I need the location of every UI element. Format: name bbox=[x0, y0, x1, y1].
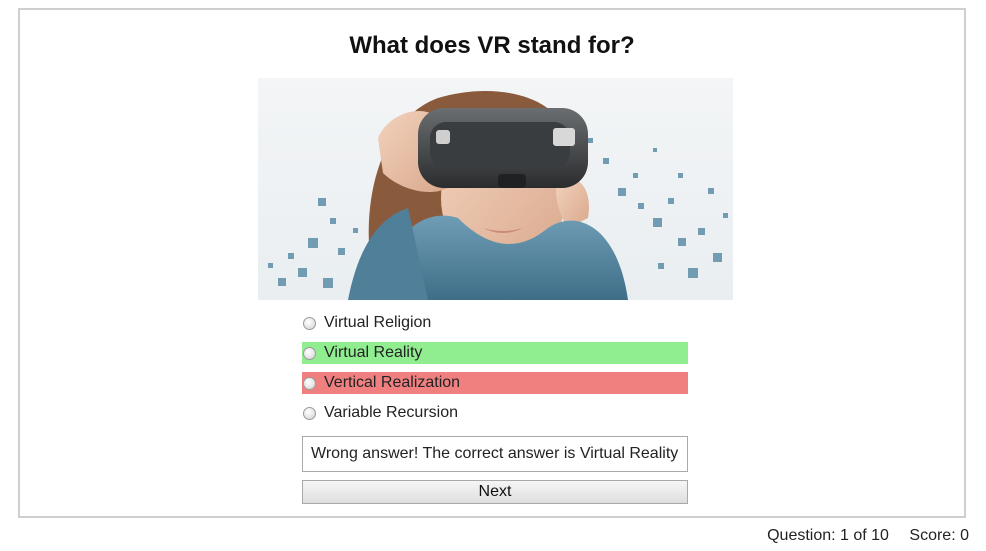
score: Score: 0 bbox=[909, 527, 969, 544]
quiz-card: What does VR stand for? Virtual Religion… bbox=[18, 8, 966, 518]
radio-icon[interactable] bbox=[303, 376, 316, 390]
next-button[interactable]: Next bbox=[302, 480, 688, 504]
option-variable-recursion[interactable]: Variable Recursion bbox=[302, 402, 688, 424]
question-progress: Question: 1 of 10 bbox=[767, 527, 889, 544]
option-label: Vertical Realization bbox=[324, 374, 461, 391]
radio-icon[interactable] bbox=[303, 406, 316, 420]
answer-options: Virtual Religion Virtual Reality Vertica… bbox=[302, 312, 688, 432]
option-label: Virtual Reality bbox=[324, 344, 423, 361]
option-label: Variable Recursion bbox=[324, 404, 458, 421]
vr-headset-image bbox=[258, 78, 733, 300]
radio-icon[interactable] bbox=[303, 346, 316, 360]
question-title: What does VR stand for? bbox=[349, 32, 635, 59]
option-label: Virtual Religion bbox=[324, 314, 432, 331]
option-vertical-realization[interactable]: Vertical Realization bbox=[302, 372, 688, 394]
feedback-message: Wrong answer! The correct answer is Virt… bbox=[302, 436, 688, 472]
radio-icon[interactable] bbox=[303, 316, 316, 330]
option-virtual-religion[interactable]: Virtual Religion bbox=[302, 312, 688, 334]
status-bar: Question: 1 of 10 Score: 0 bbox=[767, 527, 969, 545]
option-virtual-reality[interactable]: Virtual Reality bbox=[302, 342, 688, 364]
